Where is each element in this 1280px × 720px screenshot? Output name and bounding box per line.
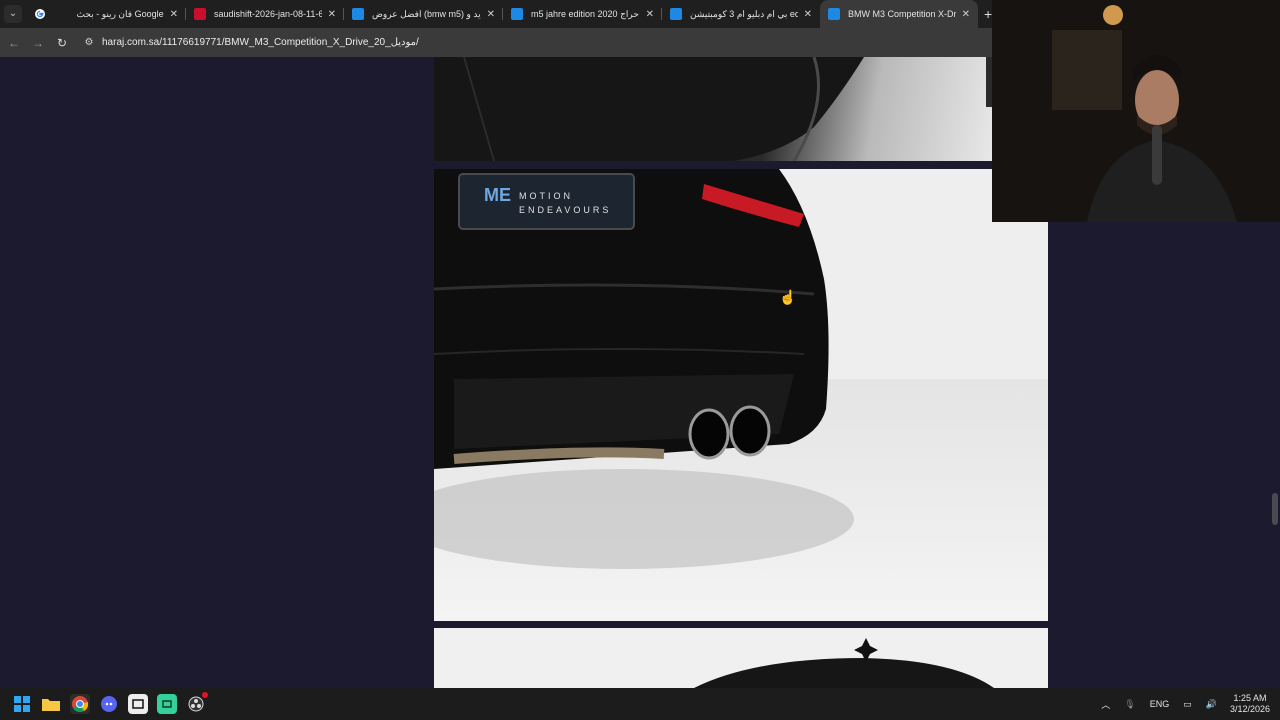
tab-title: BMW M3 Competition X-Drive: [848, 9, 956, 19]
clock-time: 1:25 AM: [1233, 693, 1267, 703]
haraj-icon: [828, 8, 840, 20]
haraj-icon: [352, 8, 364, 20]
hand-cursor-icon: ☝: [779, 289, 797, 305]
app-icon[interactable]: [157, 694, 177, 714]
new-tab-button[interactable]: +: [984, 6, 992, 22]
url-field[interactable]: ⚙ haraj.com.sa/11176619771/BMW_M3_Compet…: [82, 32, 419, 53]
close-icon[interactable]: ✕: [804, 9, 812, 20]
svg-text:ENDEAVOURS: ENDEAVOURS: [519, 205, 611, 215]
haraj-icon: [511, 8, 523, 20]
tab-title: m5 jahre edition 2020 موقع حراج: [531, 8, 640, 19]
clock[interactable]: 1:25 AM 3/12/2026: [1230, 693, 1270, 715]
tab[interactable]: بي ام دبليو ام 3 كومبتيشن edition ✕: [662, 0, 820, 28]
tab-title: بي ام دبليو ام 3 كومبتيشن edition: [690, 8, 798, 19]
forward-icon[interactable]: →: [26, 36, 50, 50]
capcut-icon[interactable]: [128, 694, 148, 714]
file-explorer-icon[interactable]: [41, 694, 61, 714]
scrollbar-thumb[interactable]: [1272, 493, 1278, 525]
microphone-icon[interactable]: 🎙: [1124, 699, 1135, 710]
listing-photo[interactable]: [434, 57, 992, 161]
volume-icon[interactable]: 🔊: [1206, 699, 1217, 710]
tab-title: saudishift-2026-jan-08-11-660: [214, 9, 322, 19]
address-bar: ← → ↻ ⚙ haraj.com.sa/11176619771/BMW_M3_…: [0, 28, 992, 57]
close-icon[interactable]: ✕: [646, 9, 654, 20]
tab-active[interactable]: BMW M3 Competition X-Drive ✕: [820, 0, 978, 28]
language-indicator[interactable]: ENG: [1150, 699, 1170, 709]
listing-photo[interactable]: ME MOTION ENDEAVOURS: [434, 169, 1048, 621]
windows-start-icon[interactable]: [12, 694, 32, 714]
webcam-overlay: [992, 0, 1280, 222]
plate-watermark: MOTION: [519, 191, 573, 201]
google-icon: [35, 9, 45, 19]
site-info-icon[interactable]: ⚙: [82, 36, 96, 50]
url-text: haraj.com.sa/11176619771/BMW_M3_Competit…: [102, 37, 419, 48]
close-icon[interactable]: ✕: [170, 9, 178, 20]
haraj-icon: [670, 8, 682, 20]
system-tray: ︿ 🎙 ENG ▭ 🔊 1:25 AM 3/12/2026: [1094, 688, 1270, 720]
network-icon[interactable]: ▭: [1183, 699, 1192, 710]
chevron-up-icon[interactable]: ︿: [1101, 698, 1110, 711]
chrome-icon[interactable]: [70, 694, 90, 714]
tab[interactable]: m5 jahre edition 2020 موقع حراج ✕: [503, 0, 662, 28]
tab-title: افضل عروض (bmw m5) جديد و: [372, 8, 481, 19]
close-icon[interactable]: ✕: [962, 9, 970, 20]
tab[interactable]: saudishift-2026-jan-08-11-660 ✕: [186, 0, 344, 28]
chevron-down-icon: ⌄: [4, 5, 22, 23]
reload-icon[interactable]: ↻: [50, 36, 74, 50]
clock-date: 3/12/2026: [1229, 704, 1270, 714]
listing-photo[interactable]: [434, 628, 1048, 688]
svg-text:ME: ME: [484, 185, 511, 205]
obs-icon[interactable]: [186, 692, 208, 714]
close-icon[interactable]: ✕: [487, 9, 495, 20]
saudishift-icon: [194, 8, 206, 20]
back-icon[interactable]: ←: [2, 36, 26, 50]
tab[interactable]: فان رينو - بحث Google ✕: [26, 0, 186, 28]
discord-icon[interactable]: [99, 694, 119, 714]
notification-dot: [202, 692, 208, 698]
close-icon[interactable]: ✕: [328, 9, 336, 20]
tab-title: فان رينو - بحث Google: [76, 8, 164, 19]
tab[interactable]: افضل عروض (bmw m5) جديد و ✕: [344, 0, 503, 28]
windows-taskbar: ︿ 🎙 ENG ▭ 🔊 1:25 AM 3/12/2026: [0, 688, 1280, 720]
tab-search-button[interactable]: ⌄: [0, 0, 26, 28]
